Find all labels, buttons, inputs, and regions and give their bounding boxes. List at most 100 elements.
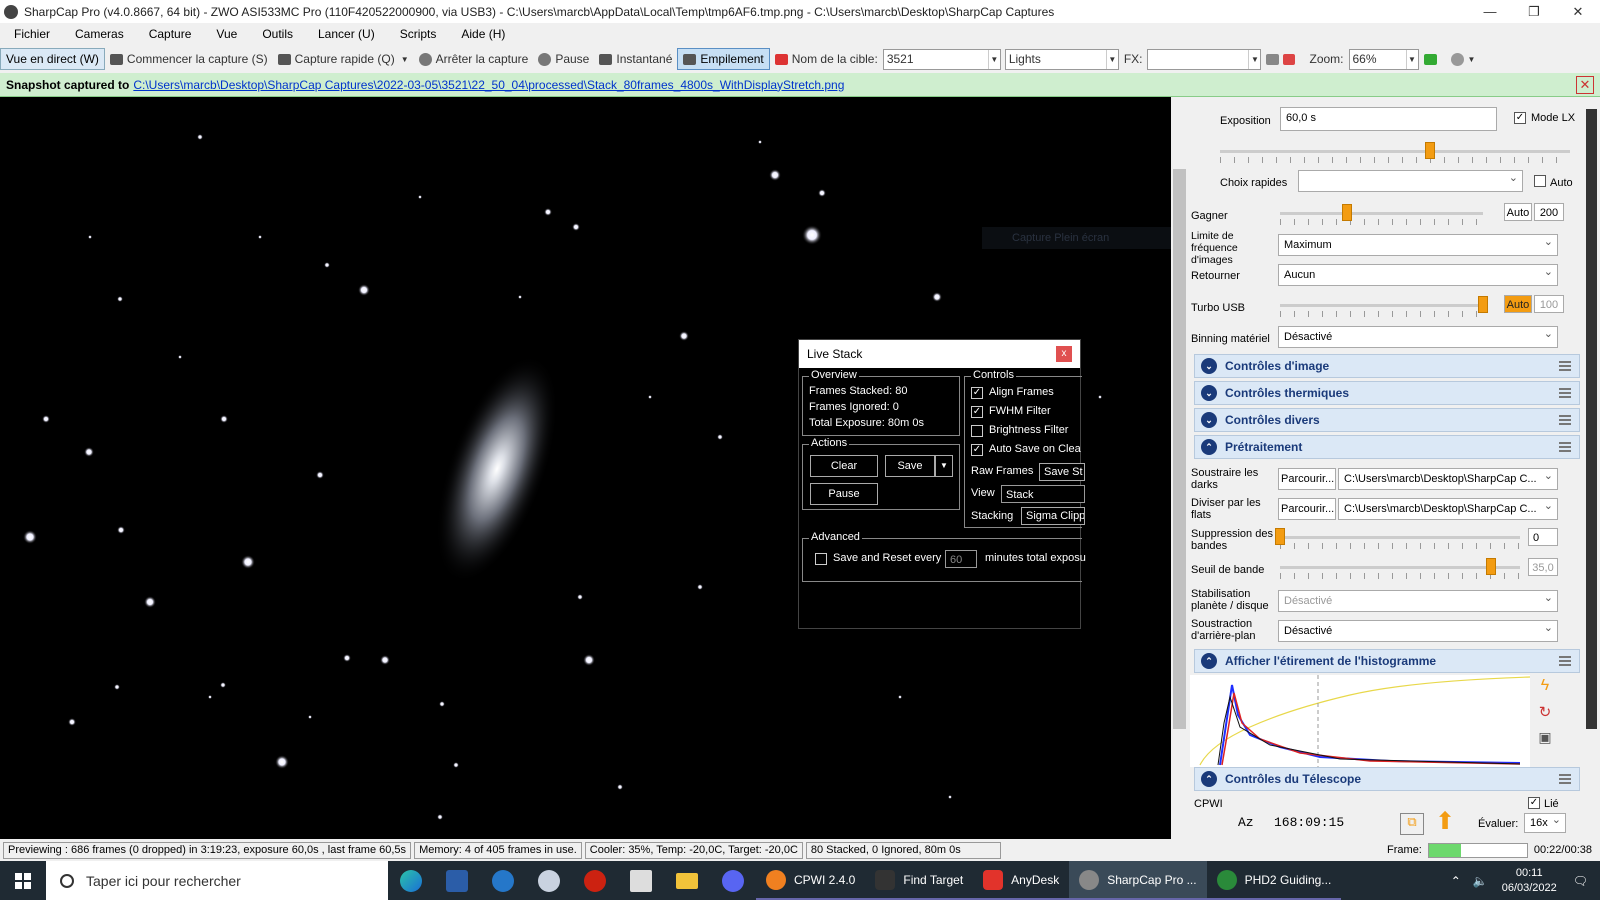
edge-icon[interactable] (388, 861, 434, 900)
zoom-select[interactable]: 66% ▼ (1348, 48, 1419, 70)
fullscreen-capture-overlay[interactable]: Capture Plein écran (982, 227, 1180, 249)
stacking-method-select[interactable]: Sigma Clipp (1021, 507, 1085, 525)
save-reset-checkbox[interactable] (815, 553, 827, 565)
darks-path-select[interactable]: C:\Users\marcb\Desktop\SharpCap C... (1338, 468, 1558, 490)
taskbar-app-phd2[interactable]: PHD2 Guiding... (1206, 861, 1342, 900)
hamburger-icon[interactable] (1559, 442, 1571, 444)
flats-path-select[interactable]: C:\Users\marcb\Desktop\SharpCap C... (1338, 498, 1558, 520)
app-icon[interactable] (434, 861, 480, 900)
gain-value-input[interactable]: 200 (1534, 203, 1564, 221)
menu-scripts[interactable]: Scripts (386, 27, 448, 41)
stacking-button[interactable]: Empilement (677, 48, 770, 70)
scrollbar-thumb[interactable] (1173, 169, 1186, 729)
section-image-controls[interactable]: ⌄ Contrôles d'image (1194, 354, 1580, 378)
start-button[interactable] (0, 861, 46, 900)
minimize-button[interactable]: — (1468, 4, 1512, 19)
stabilisation-select[interactable]: Désactivé (1278, 590, 1558, 612)
pause-stack-button[interactable]: Pause (810, 483, 878, 505)
stop-capture-button[interactable]: Arrêter la capture (414, 48, 534, 70)
taskbar-app-cpwi[interactable]: CPWI 2.4.0 (756, 861, 866, 900)
hamburger-icon[interactable] (1559, 388, 1571, 390)
discord-icon[interactable] (710, 861, 756, 900)
section-misc-controls[interactable]: ⌄ Contrôles divers (1194, 408, 1580, 432)
chevron-down-icon[interactable]: ▼ (1405, 49, 1418, 69)
menu-aide[interactable]: Aide (H) (447, 27, 516, 41)
usb-auto-button[interactable]: Auto (1504, 295, 1532, 313)
hamburger-icon[interactable] (1559, 361, 1571, 363)
flats-browse-button[interactable]: Parcourir... (1278, 498, 1336, 520)
save-stack-button[interactable]: Save St (1039, 463, 1085, 481)
chevron-down-icon[interactable]: ▼ (1248, 49, 1260, 69)
rate-select[interactable]: 16x (1524, 813, 1566, 833)
auto-save-checkbox[interactable]: ✓ (971, 444, 983, 456)
folder-icon[interactable] (664, 861, 710, 900)
menu-lancer[interactable]: Lancer (U) (304, 27, 386, 41)
usb-slider-track[interactable] (1280, 304, 1483, 307)
tools-menu-button[interactable]: ▼ (1446, 48, 1481, 70)
taskbar-app-anydesk[interactable]: AnyDesk (973, 861, 1070, 900)
view-select[interactable]: Stack (1001, 485, 1085, 503)
image-scrollbar[interactable] (1171, 97, 1188, 839)
hamburger-icon[interactable] (1559, 774, 1571, 776)
hamburger-icon[interactable] (1559, 656, 1571, 658)
menu-cameras[interactable]: Cameras (61, 27, 135, 41)
mode-lx-checkbox[interactable]: ✓ (1514, 112, 1526, 124)
ccleaner-icon[interactable] (480, 861, 526, 900)
usb-slider-knob[interactable] (1478, 296, 1488, 313)
stellarium-icon[interactable] (526, 861, 572, 900)
starry-icon[interactable] (618, 861, 664, 900)
menu-fichier[interactable]: Fichier (0, 27, 61, 41)
taskbar-app-find-target[interactable]: Find Target (865, 861, 974, 900)
lightning-icon[interactable]: ϟ (1534, 677, 1556, 699)
chevron-down-icon[interactable]: ▼ (1105, 49, 1118, 69)
clear-button[interactable]: Clear (810, 455, 878, 477)
binning-select[interactable]: Désactivé (1278, 326, 1558, 348)
quick-capture-button[interactable]: Capture rapide (Q) ▼ (273, 48, 414, 70)
histogram-display[interactable] (1190, 675, 1530, 767)
linked-checkbox[interactable]: ✓ (1528, 797, 1540, 809)
background-select[interactable]: Désactivé (1278, 620, 1558, 642)
clock[interactable]: 00:11 06/03/2022 (1494, 866, 1565, 896)
brightness-filter-checkbox[interactable] (971, 425, 983, 437)
threshold-slider-track[interactable] (1280, 566, 1520, 569)
banding-slider-track[interactable] (1280, 536, 1520, 539)
menu-outils[interactable]: Outils (248, 27, 304, 41)
gain-slider-track[interactable] (1280, 212, 1483, 215)
section-thermal-controls[interactable]: ⌄ Contrôles thermiques (1194, 381, 1580, 405)
threshold-value-input[interactable]: 35,0 (1528, 558, 1558, 576)
save-dropdown-icon[interactable]: ▼ (935, 455, 953, 477)
minutes-stepper[interactable]: 60 (945, 550, 977, 568)
section-telescope[interactable]: ⌃ Contrôles du Télescope (1194, 767, 1580, 791)
quick-auto-checkbox[interactable] (1534, 175, 1546, 187)
save-button[interactable]: Save (885, 455, 935, 477)
crosshair-button[interactable] (1261, 48, 1304, 70)
fx-select[interactable]: ▼ (1147, 48, 1262, 70)
histogram-tool-button[interactable] (1419, 48, 1446, 70)
arrow-up-icon[interactable]: ⬆ (1430, 809, 1460, 835)
exposure-slider-track[interactable] (1220, 150, 1570, 153)
frame-type-select[interactable]: Lights ▼ (1004, 48, 1119, 70)
frame-rate-select[interactable]: Maximum (1278, 234, 1558, 256)
close-button[interactable]: ✕ (1556, 4, 1600, 20)
target-name-input[interactable]: 3521 ▼ (882, 48, 1001, 70)
redshift-icon[interactable] (572, 861, 618, 900)
darks-browse-button[interactable]: Parcourir... (1278, 468, 1336, 490)
align-frames-checkbox[interactable]: ✓ (971, 387, 983, 399)
snapshot-path-link[interactable]: C:\Users\marcb\Desktop\SharpCap Captures… (133, 78, 844, 92)
section-histogram[interactable]: ⌃ Afficher l'étirement de l'histogramme (1194, 649, 1580, 673)
maximize-button[interactable]: ❐ (1512, 4, 1556, 20)
taskbar-app-sharpcap[interactable]: SharpCap Pro ... (1069, 861, 1207, 900)
panel-scrollbar-thumb[interactable] (1586, 109, 1597, 729)
quick-choices-select[interactable] (1298, 170, 1523, 192)
tray-chevron-icon[interactable]: ⌃ (1445, 874, 1467, 888)
pause-button[interactable]: Pause (533, 48, 594, 70)
goto-icon[interactable]: ⧉ (1400, 813, 1424, 835)
exposure-input[interactable]: 60,0 s (1280, 107, 1497, 131)
usb-value-input[interactable]: 100 (1534, 295, 1564, 313)
gain-auto-button[interactable]: Auto (1504, 203, 1532, 221)
menu-vue[interactable]: Vue (202, 27, 248, 41)
close-icon[interactable]: x (1056, 346, 1072, 362)
flip-select[interactable]: Aucun (1278, 264, 1558, 286)
notifications-icon[interactable]: 🗨 (1565, 874, 1600, 888)
live-view-button[interactable]: Vue en direct (W) (0, 48, 105, 70)
